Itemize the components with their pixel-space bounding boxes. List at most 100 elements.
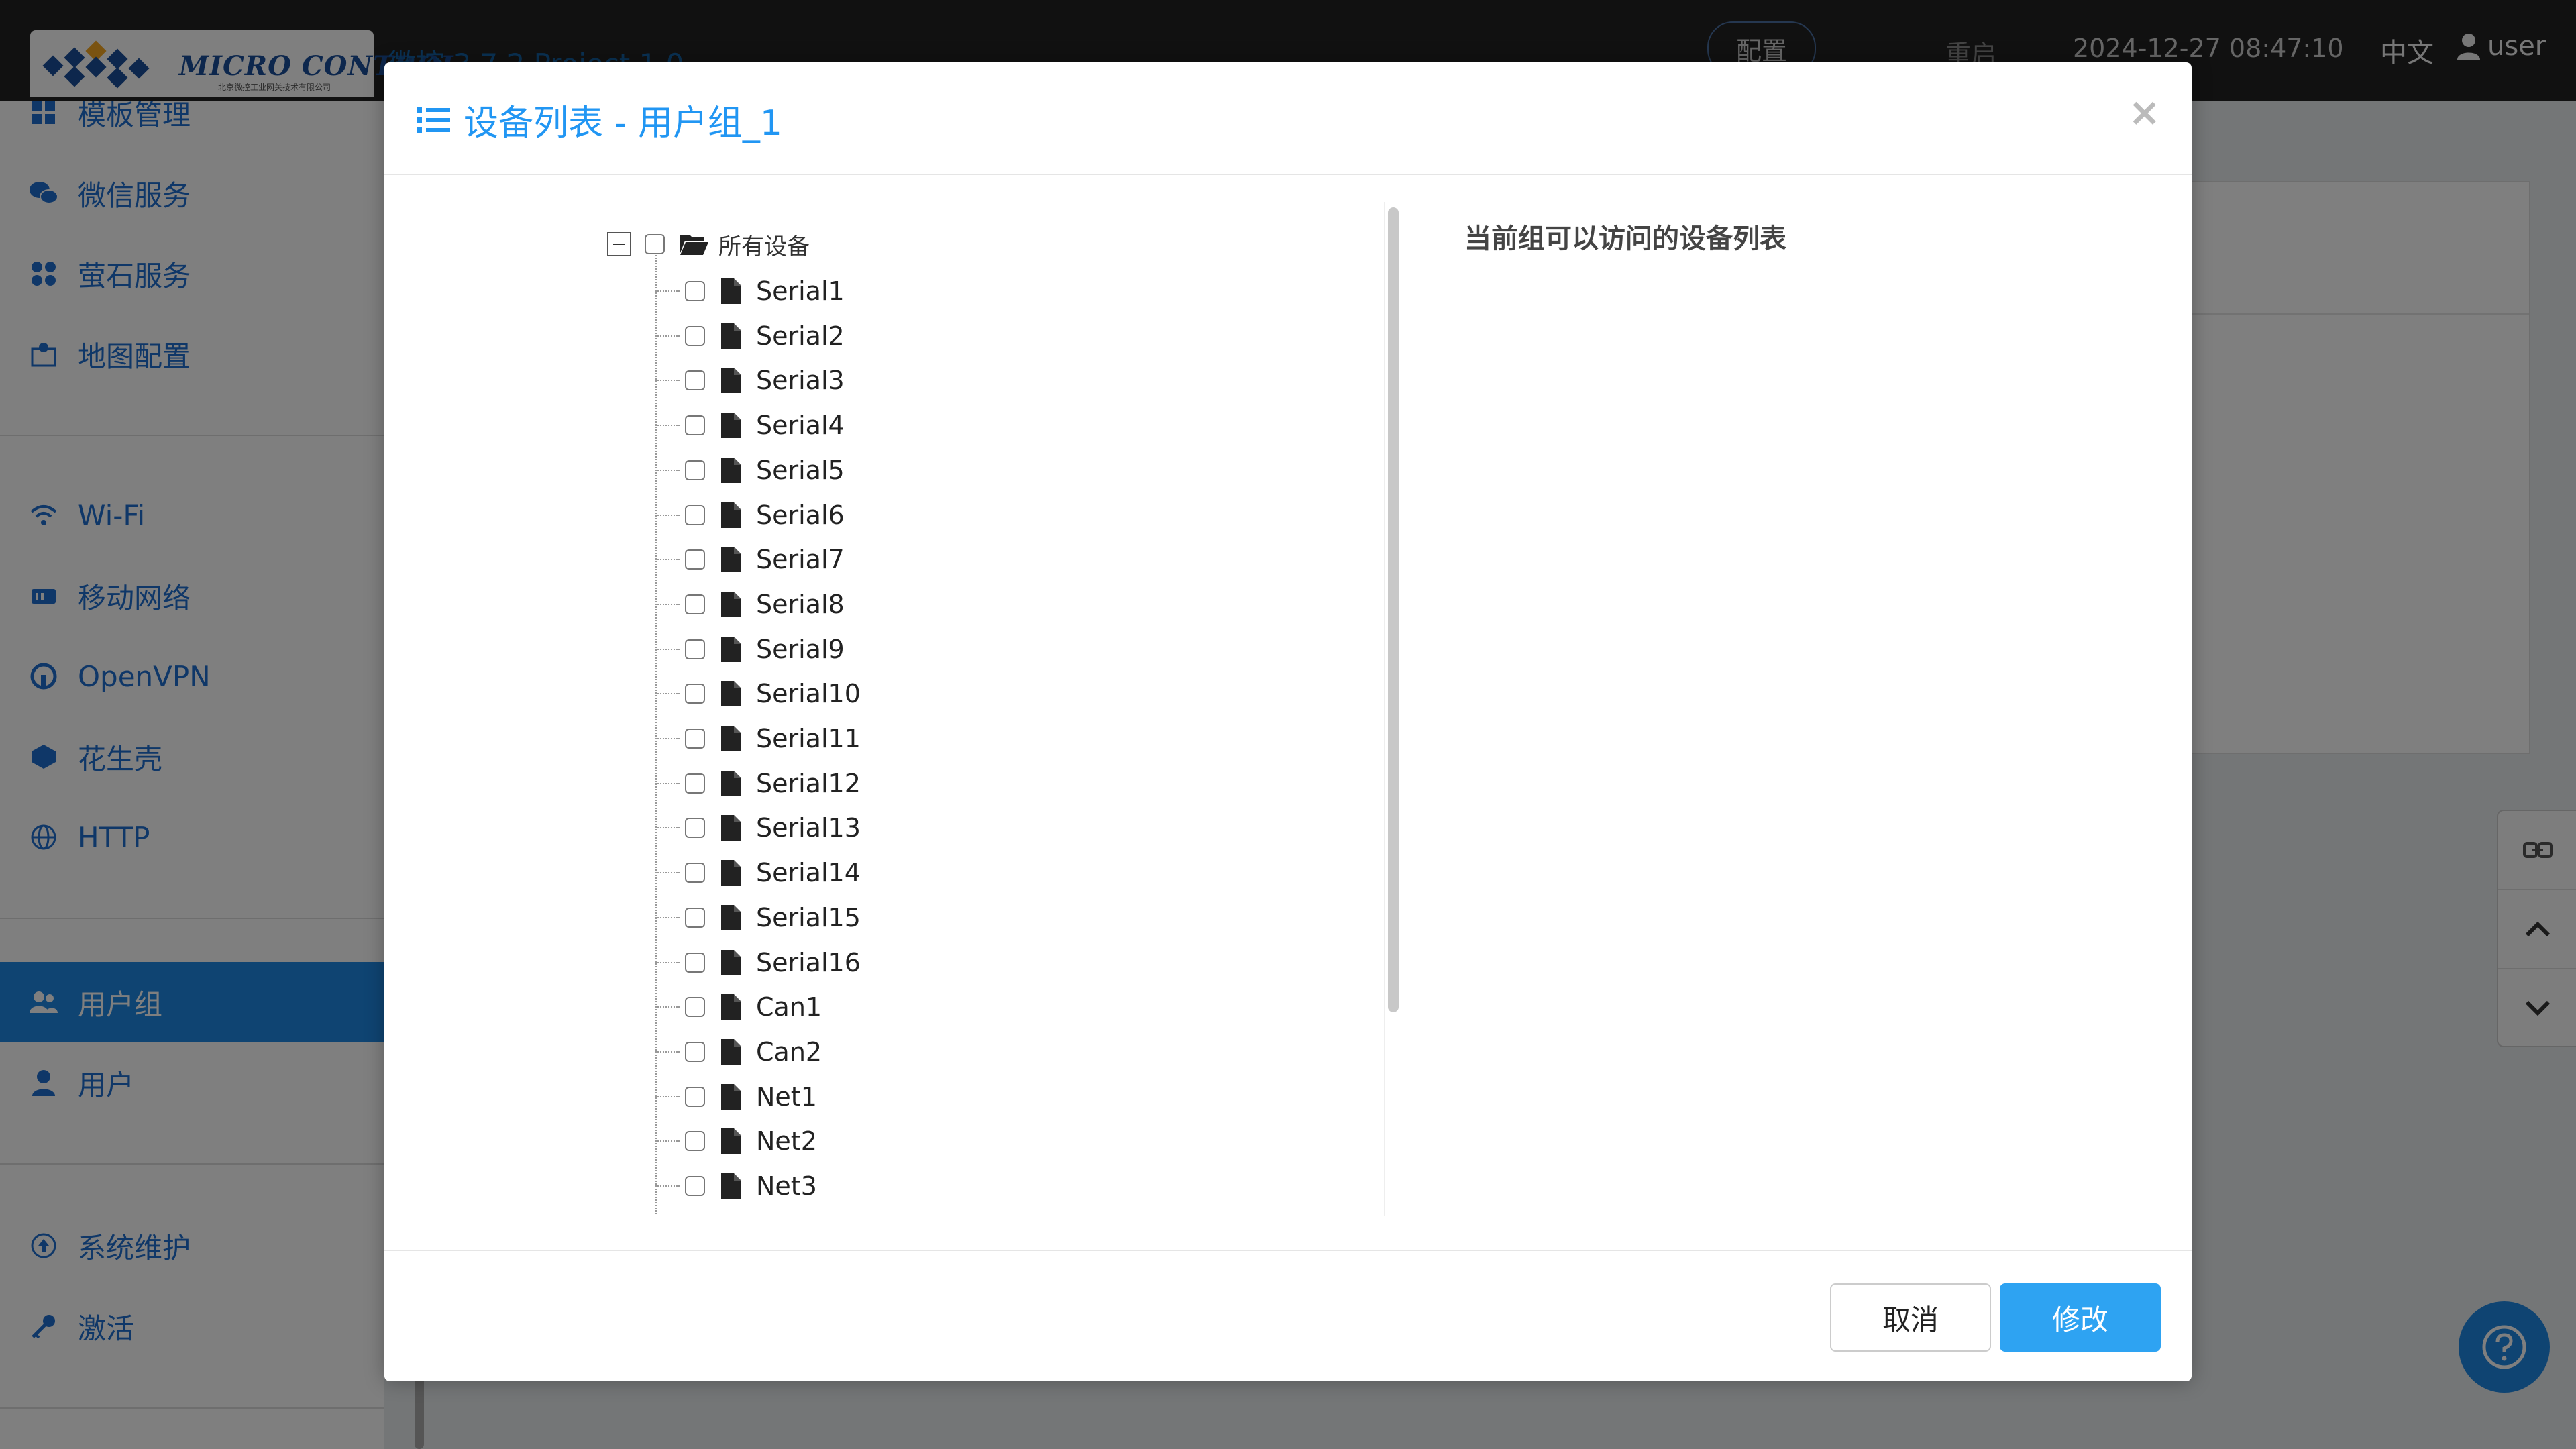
tree-node[interactable]: Serial7 xyxy=(655,537,845,582)
tree-checkbox[interactable] xyxy=(685,549,705,570)
tree-node[interactable]: Serial9 xyxy=(655,627,845,672)
tree-node-label: Net2 xyxy=(756,1126,817,1157)
tree-node[interactable]: Serial3 xyxy=(655,358,845,402)
tree-connector xyxy=(655,1185,680,1187)
tree-node-label: Serial5 xyxy=(756,455,845,485)
tree-checkbox[interactable] xyxy=(685,818,705,839)
tree-checkbox[interactable] xyxy=(685,594,705,614)
file-icon xyxy=(721,1083,741,1110)
tree-node-label: Serial4 xyxy=(756,411,845,441)
tree-connector xyxy=(655,961,680,963)
tree-scrollbar[interactable] xyxy=(1388,207,1399,1012)
tree-node[interactable]: Can1 xyxy=(655,985,822,1029)
modal-footer: 取消 修改 xyxy=(384,1250,2192,1381)
file-icon xyxy=(721,949,741,975)
tree-node[interactable]: Net1 xyxy=(655,1075,817,1119)
file-icon xyxy=(721,1038,741,1065)
tree-checkbox[interactable] xyxy=(685,370,705,391)
tree-node[interactable]: Serial13 xyxy=(655,806,861,850)
tree-checkbox[interactable] xyxy=(685,415,705,436)
tree-connector xyxy=(655,1140,680,1142)
tree-connector xyxy=(655,872,680,874)
tree-root-node[interactable]: 所有设备 xyxy=(607,222,810,266)
file-icon xyxy=(721,815,741,841)
file-icon xyxy=(721,994,741,1020)
file-icon xyxy=(721,636,741,662)
tree-node-label: Serial14 xyxy=(756,858,861,888)
tree-connector xyxy=(655,827,680,829)
tree-node-label: Serial9 xyxy=(756,634,845,664)
collapse-toggle-icon[interactable] xyxy=(607,232,631,256)
accessible-devices-title: 当前组可以访问的设备列表 xyxy=(1464,223,1786,254)
tree-connector xyxy=(655,290,680,292)
tree-checkbox[interactable] xyxy=(685,639,705,659)
file-icon xyxy=(721,591,741,617)
tree-node[interactable]: Serial8 xyxy=(655,582,845,627)
tree-node[interactable]: Can2 xyxy=(655,1030,822,1074)
tree-scroll-track xyxy=(1384,202,1385,1216)
tree-node-label: Can2 xyxy=(756,1036,822,1067)
tree-node[interactable]: Net2 xyxy=(655,1119,817,1163)
tree-node[interactable]: Serial15 xyxy=(655,896,861,940)
tree-checkbox[interactable] xyxy=(685,1176,705,1196)
tree-node[interactable]: Serial14 xyxy=(655,851,861,895)
list-icon xyxy=(417,107,450,133)
tree-connector xyxy=(655,648,680,650)
tree-node[interactable]: Serial12 xyxy=(655,761,861,806)
tree-node[interactable]: Serial5 xyxy=(655,448,845,492)
tree-checkbox-root[interactable] xyxy=(645,234,665,254)
tree-connector xyxy=(655,782,680,784)
tree-checkbox[interactable] xyxy=(685,684,705,704)
tree-node[interactable]: Net3 xyxy=(655,1164,817,1208)
tree-checkbox[interactable] xyxy=(685,1131,705,1152)
tree-connector xyxy=(655,693,680,695)
tree-node[interactable]: Serial16 xyxy=(655,941,861,985)
tree-node-label: Serial16 xyxy=(756,947,861,977)
tree-checkbox[interactable] xyxy=(685,997,705,1018)
tree-connector xyxy=(655,1006,680,1008)
file-icon xyxy=(721,904,741,930)
file-icon xyxy=(721,681,741,707)
tree-node-label: Can1 xyxy=(756,992,822,1022)
tree-checkbox[interactable] xyxy=(685,729,705,749)
device-list-modal: 设备列表 - 用户组_1 × 所有设备 Serial1 Serial2 Serial… xyxy=(384,62,2192,1381)
tree-root-label: 所有设备 xyxy=(718,233,810,260)
modal-body: 所有设备 Serial1 Serial2 Serial3 Serial4 Serial5… xyxy=(384,175,2192,1248)
tree-checkbox[interactable] xyxy=(685,1086,705,1107)
tree-checkbox[interactable] xyxy=(685,281,705,301)
file-icon xyxy=(721,457,741,483)
tree-node[interactable]: Serial4 xyxy=(655,403,845,447)
tree-node-label: Serial6 xyxy=(756,500,845,530)
tree-checkbox[interactable] xyxy=(685,773,705,794)
tree-checkbox[interactable] xyxy=(685,1041,705,1062)
tree-connector xyxy=(655,1051,680,1053)
tree-node[interactable]: Serial1 xyxy=(655,269,845,313)
tree-connector xyxy=(655,738,680,739)
close-icon[interactable]: × xyxy=(2128,89,2161,135)
tree-checkbox[interactable] xyxy=(685,460,705,480)
cancel-button[interactable]: 取消 xyxy=(1830,1283,1991,1352)
tree-connector xyxy=(655,514,680,516)
tree-node-label: Serial15 xyxy=(756,902,861,932)
file-icon xyxy=(721,770,741,796)
file-icon xyxy=(721,1173,741,1199)
folder-open-icon xyxy=(680,235,708,255)
tree-node[interactable]: Serial10 xyxy=(655,672,861,716)
tree-connector xyxy=(655,559,680,561)
tree-checkbox[interactable] xyxy=(685,907,705,928)
tree-checkbox[interactable] xyxy=(685,863,705,883)
tree-node[interactable]: Serial6 xyxy=(655,493,845,537)
tree-node[interactable]: Serial2 xyxy=(655,314,845,358)
tree-node-label: Serial10 xyxy=(756,679,861,709)
tree-node[interactable]: Serial11 xyxy=(655,716,861,761)
tree-node-label: Serial3 xyxy=(756,366,845,396)
tree-connector xyxy=(655,335,680,337)
file-icon xyxy=(721,502,741,528)
tree-node-label: Net1 xyxy=(756,1081,817,1112)
tree-connector xyxy=(655,916,680,918)
tree-checkbox[interactable] xyxy=(685,952,705,973)
tree-checkbox[interactable] xyxy=(685,504,705,525)
tree-node[interactable]: Net4 xyxy=(655,1209,817,1217)
modify-button[interactable]: 修改 xyxy=(2000,1283,2161,1352)
tree-checkbox[interactable] xyxy=(685,325,705,346)
